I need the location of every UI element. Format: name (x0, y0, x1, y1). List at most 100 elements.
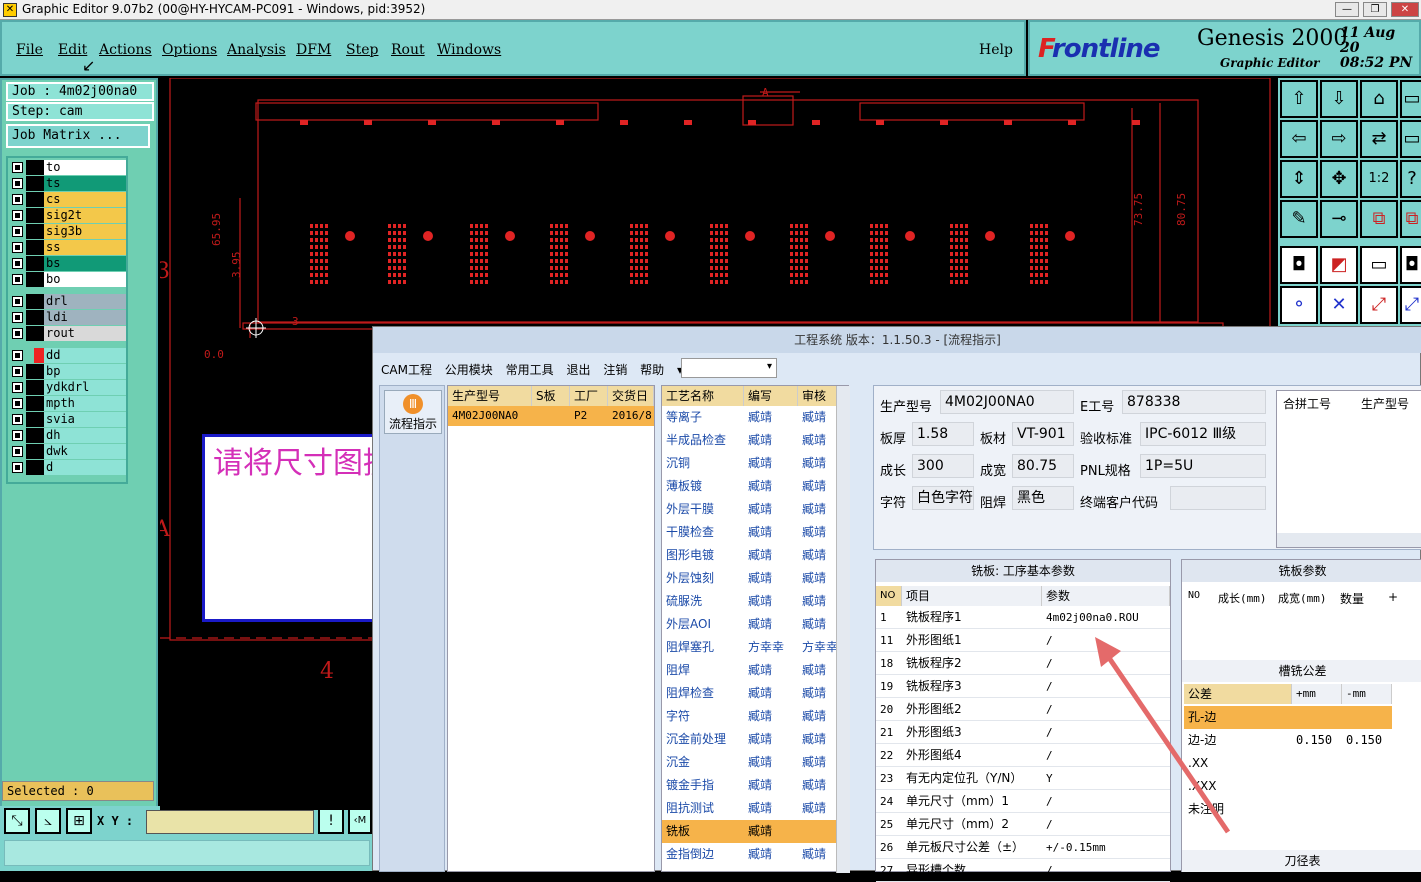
layer-checkbox[interactable] (12, 382, 23, 393)
layer-item-ydkdrl[interactable]: ydkdrl (10, 380, 126, 395)
minimize-button[interactable]: — (1335, 2, 1359, 17)
net-icon[interactable]: ⚬ (1280, 286, 1318, 324)
process-row[interactable]: 沉金 臧靖 臧靖 (662, 751, 836, 774)
layer-checkbox[interactable] (12, 258, 23, 269)
measure-icon[interactable]: ⦣ (35, 808, 61, 834)
menu-dfm[interactable]: DFM (296, 42, 331, 58)
layer-item-ss[interactable]: ss (10, 240, 126, 255)
layer-item-bs[interactable]: bs (10, 256, 126, 271)
layer-checkbox[interactable] (12, 242, 23, 253)
wid-value[interactable]: 80.75 (1012, 454, 1074, 478)
layer-item-sig2t[interactable]: sig2t (10, 208, 126, 223)
len-value[interactable]: 300 (912, 454, 974, 478)
layer-item-dwk[interactable]: dwk (10, 444, 126, 459)
layer-item-dd[interactable]: dd (10, 348, 126, 363)
layer-item-sig3b[interactable]: sig3b (10, 224, 126, 239)
mask-value[interactable]: 黑色 (1012, 486, 1074, 510)
layer-checkbox[interactable] (12, 430, 23, 441)
process-row[interactable]: 阻焊塞孔 方幸幸 方幸幸 (662, 636, 836, 659)
eno-value[interactable]: 878338 (1122, 390, 1266, 414)
step-up-icon[interactable]: ⇧ (1280, 80, 1318, 118)
process-row[interactable]: 沉铜 臧靖 臧靖 (662, 452, 836, 475)
process-row[interactable]: 镀金手指 臧靖 臧靖 (662, 774, 836, 797)
layer-item-d[interactable]: d (10, 460, 126, 475)
layer-checkbox[interactable] (12, 398, 23, 409)
layers2-icon[interactable]: ⧉ (1400, 200, 1421, 238)
process-row[interactable]: 沉金前处理 臧靖 臧靖 (662, 728, 836, 751)
layer-checkbox[interactable] (12, 462, 23, 473)
help-icon[interactable]: ? (1400, 160, 1421, 198)
layer-item-drl[interactable]: drl (10, 294, 126, 309)
pnl-value[interactable]: 1P=5U (1140, 454, 1266, 478)
layer-checkbox[interactable] (12, 162, 23, 173)
connect-icon[interactable]: ⤢ (1360, 286, 1398, 324)
alert-icon[interactable]: ! (318, 808, 344, 834)
layer-item-to[interactable]: to (10, 160, 126, 175)
layer-item-bp[interactable]: bp (10, 364, 126, 379)
zoom-center-icon[interactable]: ✥ (1320, 160, 1358, 198)
layer-item-bo[interactable]: bo (10, 272, 126, 287)
layer-item-ldi[interactable]: ldi (10, 310, 126, 325)
step-down-icon[interactable]: ⇩ (1320, 80, 1358, 118)
cam-menu-public[interactable]: 公用模块 (445, 363, 493, 377)
layer-checkbox[interactable] (12, 274, 23, 285)
extra-icon[interactable]: ◘ (1400, 246, 1421, 284)
cam-dropdown[interactable]: ▾ (681, 358, 777, 378)
layer-item-rout[interactable]: rout (10, 326, 126, 341)
process-row[interactable]: 等离子 臧靖 臧靖 (662, 406, 836, 429)
message-icon[interactable]: ‹M (348, 808, 372, 834)
process-scrollbar[interactable] (836, 386, 850, 873)
order-row[interactable]: 4M02J00NA0 P2 2016/8 (448, 406, 654, 426)
process-row[interactable]: 干膜检查 臧靖 臧靖 (662, 521, 836, 544)
cam-menu-logout[interactable]: 注销 (603, 363, 627, 377)
model-value[interactable]: 4M02J00NA0 (940, 390, 1074, 414)
cust-value[interactable] (1170, 486, 1266, 510)
layer-item-mpth[interactable]: mpth (10, 396, 126, 411)
process-row[interactable]: 字符 臧靖 臧靖 (662, 705, 836, 728)
cam-menu-help[interactable]: 帮助 (640, 363, 664, 377)
layer-checkbox[interactable] (12, 178, 23, 189)
ruler-icon[interactable]: ▭ (1360, 246, 1398, 284)
layer-checkbox[interactable] (12, 446, 23, 457)
menu-file[interactable]: File (16, 42, 43, 58)
process-row[interactable]: 铣板 臧靖 (662, 820, 836, 843)
menu-help[interactable]: Help (979, 42, 1013, 58)
process-row[interactable]: 半成品检查 臧靖 臧靖 (662, 429, 836, 452)
process-row[interactable]: 图形电镀 臧靖 臧靖 (662, 544, 836, 567)
restore-button[interactable]: ❐ (1363, 2, 1387, 17)
merge-scrollbar[interactable] (1277, 533, 1421, 547)
process-row[interactable]: 阻抗测试 臧靖 臧靖 (662, 797, 836, 820)
layer-checkbox[interactable] (12, 366, 23, 377)
measure-line-icon[interactable]: ⊸ (1320, 200, 1358, 238)
more-icon[interactable]: ▭ (1400, 120, 1421, 158)
menu-windows[interactable]: Windows (437, 42, 501, 58)
layer-checkbox[interactable] (12, 296, 23, 307)
process-row[interactable]: 硫脲洗 臧靖 臧靖 (662, 590, 836, 613)
layer-checkbox[interactable] (12, 328, 23, 339)
menu-rout[interactable]: Rout (391, 42, 425, 58)
param-row[interactable]: 1 铣板程序1 4m02j00na0.ROU (876, 606, 1170, 629)
cam-menu-exit[interactable]: 退出 (566, 363, 590, 377)
zoom-fit-vertical-icon[interactable]: ⇕ (1280, 160, 1318, 198)
layer-item-ts[interactable]: ts (10, 176, 126, 191)
close-button[interactable]: ✕ (1391, 2, 1419, 17)
scale-icon[interactable]: 1:2 (1360, 160, 1398, 198)
cross-icon[interactable]: ✕ (1320, 286, 1358, 324)
std-value[interactable]: IPC-6012 Ⅲ级 (1140, 422, 1266, 446)
snap-icon[interactable]: ◘ (1280, 246, 1318, 284)
layers-icon[interactable]: ⧉ (1360, 200, 1398, 238)
menu-step[interactable]: Step (346, 42, 378, 58)
zoom-fit-icon[interactable]: ⤡ (4, 808, 30, 834)
layer-checkbox[interactable] (12, 194, 23, 205)
menu-analysis[interactable]: Analysis (227, 42, 286, 58)
layer-item-dh[interactable]: dh (10, 428, 126, 443)
process-row[interactable]: 金指倒边 臧靖 臧靖 (662, 843, 836, 866)
step-left-icon[interactable]: ⇦ (1280, 120, 1318, 158)
layer-checkbox[interactable] (12, 226, 23, 237)
route-icon[interactable]: ⤢ (1400, 286, 1421, 324)
edit-icon[interactable]: ✎ (1280, 200, 1318, 238)
layer-checkbox[interactable] (12, 414, 23, 425)
process-row[interactable]: 阻焊 臧靖 臧靖 (662, 659, 836, 682)
home-icon[interactable]: ⌂ (1360, 80, 1398, 118)
process-row[interactable]: 薄板镀 臧靖 臧靖 (662, 475, 836, 498)
